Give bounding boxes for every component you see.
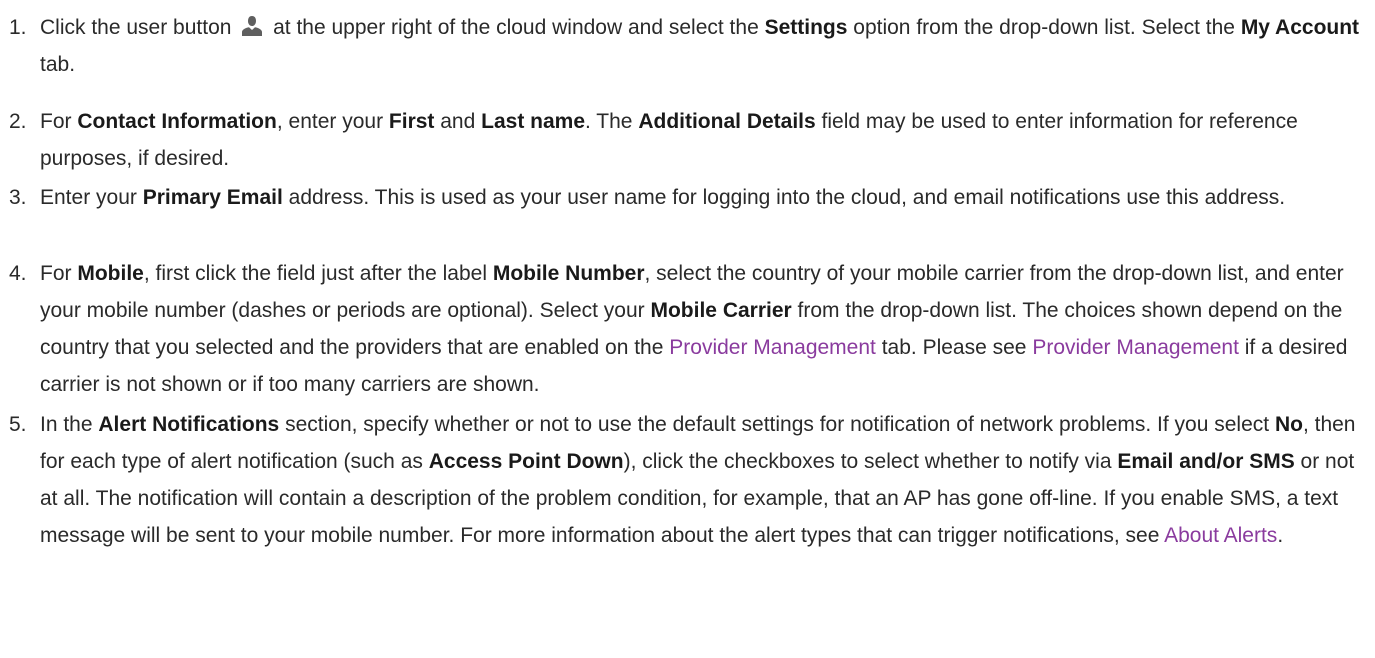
ui-term: Email and/or SMS: [1117, 450, 1295, 473]
text-run: Click the user button: [40, 16, 238, 39]
step-text: Click the user button at the upper right…: [40, 9, 1375, 83]
text-run: section, specify whether or not to use t…: [279, 413, 1275, 436]
step-number: 2.: [9, 110, 27, 133]
step-number: 3.: [9, 186, 27, 209]
step-4: 4. For Mobile, first click the field jus…: [0, 255, 1375, 403]
text-run: . The: [585, 110, 639, 133]
step-number: 5.: [9, 413, 27, 436]
text-run: In the: [40, 413, 99, 436]
text-run: , first click the field just after the l…: [143, 262, 493, 285]
text-run: and: [434, 110, 482, 133]
ui-term: Mobile: [77, 262, 144, 285]
ui-term: Mobile Carrier: [650, 299, 792, 322]
user-icon: [241, 11, 263, 36]
ui-term: Alert Notifications: [98, 413, 280, 436]
text-run: .: [1277, 524, 1284, 547]
ui-term: Settings: [764, 16, 848, 39]
link[interactable]: About Alerts: [1164, 524, 1277, 547]
ui-term: No: [1274, 413, 1303, 436]
text-run: ), click the checkboxes to select whethe…: [623, 450, 1118, 473]
text-run: Enter your: [40, 186, 143, 209]
text-run: , enter your: [276, 110, 389, 133]
ui-term: Contact Information: [77, 110, 277, 133]
step-1: 1. Click the user button at the upper ri…: [0, 9, 1375, 83]
ui-term: Additional Details: [638, 110, 816, 133]
ui-term: Last name: [481, 110, 586, 133]
text-run: address. This is used as your user name …: [282, 186, 1286, 209]
step-3: 3. Enter your Primary Email address. Thi…: [0, 179, 1293, 216]
text-run: tab. Please see: [875, 336, 1033, 359]
ui-term: My Account: [1240, 16, 1360, 39]
step-number: 1.: [9, 16, 27, 39]
link[interactable]: Provider Management: [669, 336, 876, 359]
text-run: For: [40, 110, 78, 133]
step-text: Enter your Primary Email address. This i…: [40, 179, 1293, 216]
ui-term: Primary Email: [142, 186, 283, 209]
ui-term: Access Point Down: [428, 450, 624, 473]
text-run: tab.: [40, 53, 76, 76]
link[interactable]: Provider Management: [1032, 336, 1239, 359]
step-number: 4.: [9, 262, 27, 285]
text-run: option from the drop-down list. Select t…: [847, 16, 1241, 39]
step-text: In the Alert Notifications section, spec…: [40, 406, 1375, 554]
step-text: For Contact Information, enter your Firs…: [40, 103, 1375, 177]
step-5: 5. In the Alert Notifications section, s…: [0, 406, 1375, 554]
text-run: at the upper right of the cloud window a…: [267, 16, 765, 39]
ui-term: First: [388, 110, 435, 133]
step-2: 2. For Contact Information, enter your F…: [0, 103, 1375, 177]
text-run: For: [40, 262, 78, 285]
step-text: For Mobile, first click the field just a…: [40, 255, 1375, 403]
ui-term: Mobile Number: [492, 262, 645, 285]
